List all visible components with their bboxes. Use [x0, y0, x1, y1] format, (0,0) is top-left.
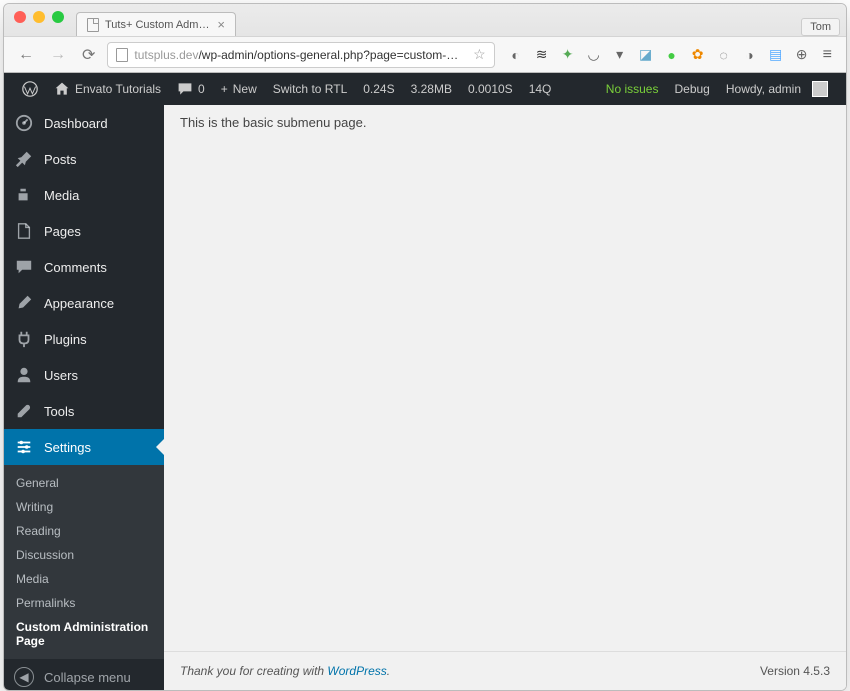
extension-icon[interactable]: ▤	[767, 46, 785, 64]
minimize-window-button[interactable]	[33, 11, 45, 23]
sidebar-item-posts[interactable]: Posts	[4, 141, 164, 177]
extension-icon[interactable]: ●	[663, 46, 681, 64]
sidebar-item-label: Dashboard	[44, 116, 108, 131]
reload-button[interactable]: ⟳	[78, 45, 99, 65]
sidebar-item-label: Tools	[44, 404, 74, 419]
sidebar-item-media[interactable]: Media	[4, 177, 164, 213]
page-body: This is the basic submenu page.	[164, 105, 846, 651]
account-link[interactable]: Howdy, admin	[718, 73, 836, 105]
dashboard-icon	[14, 113, 34, 133]
submenu-reading[interactable]: Reading	[4, 519, 164, 543]
debug-memory[interactable]: 3.28MB	[403, 73, 460, 105]
extension-icon[interactable]: ◪	[637, 46, 655, 64]
extension-icon[interactable]: ◡	[585, 46, 603, 64]
no-issues-link[interactable]: No issues	[598, 73, 667, 105]
extension-icon[interactable]: ◐	[507, 46, 525, 64]
extension-icon[interactable]: ✿	[689, 46, 707, 64]
extension-icon[interactable]: ≋	[533, 46, 551, 64]
back-button[interactable]: ←	[14, 46, 38, 64]
submenu-general[interactable]: General	[4, 471, 164, 495]
url-text: tutsplus.dev/wp-admin/options-general.ph…	[134, 48, 467, 62]
sidebar-item-comments[interactable]: Comments	[4, 249, 164, 285]
sidebar-item-label: Media	[44, 188, 79, 203]
submenu-permalinks[interactable]: Permalinks	[4, 591, 164, 615]
window-controls	[14, 11, 64, 23]
browser-chrome: Tuts+ Custom Administrati × Tom ← → ⟳ tu…	[4, 4, 846, 73]
sidebar-item-label: Plugins	[44, 332, 87, 347]
debug-timing[interactable]: 0.24S	[355, 73, 402, 105]
sidebar-item-tools[interactable]: Tools	[4, 393, 164, 429]
sidebar-item-users[interactable]: Users	[4, 357, 164, 393]
version-label: Version 4.5.3	[760, 664, 830, 678]
collapse-menu-button[interactable]: ◀ Collapse menu	[4, 659, 164, 691]
submenu-discussion[interactable]: Discussion	[4, 543, 164, 567]
collapse-icon: ◀	[14, 667, 34, 687]
sidebar-item-plugins[interactable]: Plugins	[4, 321, 164, 357]
comment-icon	[14, 257, 34, 277]
sidebar-item-label: Settings	[44, 440, 91, 455]
debug-queries[interactable]: 14Q	[521, 73, 560, 105]
avatar	[812, 81, 828, 97]
debug-db-time[interactable]: 0.0010S	[460, 73, 521, 105]
close-window-button[interactable]	[14, 11, 26, 23]
sidebar-item-label: Users	[44, 368, 78, 383]
submenu-custom-admin-page[interactable]: Custom Administration Page	[4, 615, 164, 653]
wordpress-link[interactable]: WordPress	[327, 664, 386, 678]
maximize-window-button[interactable]	[52, 11, 64, 23]
extension-icon[interactable]: ⊕	[793, 46, 811, 64]
wp-footer: Thank you for creating with WordPress. V…	[164, 651, 846, 690]
sidebar-item-label: Pages	[44, 224, 81, 239]
wrench-icon	[14, 401, 34, 421]
home-icon	[54, 81, 70, 97]
body-text: This is the basic submenu page.	[180, 115, 366, 130]
submenu-media[interactable]: Media	[4, 567, 164, 591]
extension-icon[interactable]: ◑	[741, 46, 759, 64]
wp-content-area: This is the basic submenu page. Thank yo…	[164, 105, 846, 690]
sidebar-item-label: Posts	[44, 152, 77, 167]
submenu-writing[interactable]: Writing	[4, 495, 164, 519]
user-icon	[14, 365, 34, 385]
forward-button[interactable]: →	[46, 46, 70, 64]
bookmark-star-icon[interactable]: ☆	[473, 46, 486, 63]
wp-logo-menu[interactable]	[14, 73, 46, 105]
settings-submenu: General Writing Reading Discussion Media…	[4, 465, 164, 659]
plug-icon	[14, 329, 34, 349]
browser-toolbar: ← → ⟳ tutsplus.dev/wp-admin/options-gene…	[4, 36, 846, 72]
brush-icon	[14, 293, 34, 313]
page-icon	[87, 18, 99, 32]
pin-icon	[14, 149, 34, 169]
site-name-link[interactable]: Envato Tutorials	[46, 73, 169, 105]
page-icon	[14, 221, 34, 241]
sliders-icon	[14, 437, 34, 457]
extension-icon[interactable]: ▾	[611, 46, 629, 64]
wp-admin-sidebar: Dashboard Posts Media Pages Comments	[4, 105, 164, 690]
sidebar-item-label: Appearance	[44, 296, 114, 311]
media-icon	[14, 185, 34, 205]
extension-icon[interactable]: ✦	[559, 46, 577, 64]
sidebar-item-label: Comments	[44, 260, 107, 275]
new-content-link[interactable]: + New	[213, 73, 265, 105]
address-bar[interactable]: tutsplus.dev/wp-admin/options-general.ph…	[107, 42, 494, 68]
plus-icon: +	[221, 82, 228, 96]
sidebar-item-dashboard[interactable]: Dashboard	[4, 105, 164, 141]
sidebar-item-pages[interactable]: Pages	[4, 213, 164, 249]
comment-icon	[177, 81, 193, 97]
sidebar-item-settings[interactable]: Settings	[4, 429, 164, 465]
footer-thanks: Thank you for creating with WordPress.	[180, 664, 390, 678]
browser-menu-icon[interactable]: ≡	[819, 46, 836, 64]
comments-link[interactable]: 0	[169, 73, 213, 105]
sidebar-item-appearance[interactable]: Appearance	[4, 285, 164, 321]
debug-link[interactable]: Debug	[666, 73, 717, 105]
switch-rtl-link[interactable]: Switch to RTL	[265, 73, 355, 105]
wp-admin-bar: Envato Tutorials 0 + New Switch to RTL 0…	[4, 73, 846, 105]
extension-icon[interactable]: ◌	[715, 46, 733, 64]
extension-icons: ◐ ≋ ✦ ◡ ▾ ◪ ● ✿ ◌ ◑ ▤ ⊕	[507, 46, 811, 64]
site-info-icon	[116, 48, 128, 62]
